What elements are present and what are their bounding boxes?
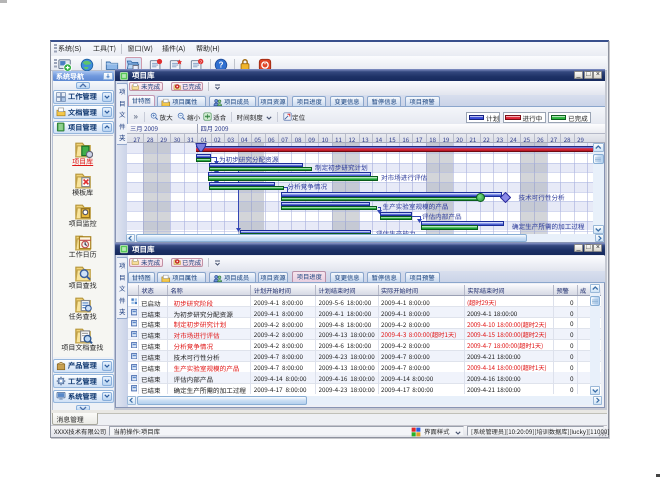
svg-text:?: ? — [199, 58, 202, 65]
svg-text:?: ? — [219, 60, 224, 69]
